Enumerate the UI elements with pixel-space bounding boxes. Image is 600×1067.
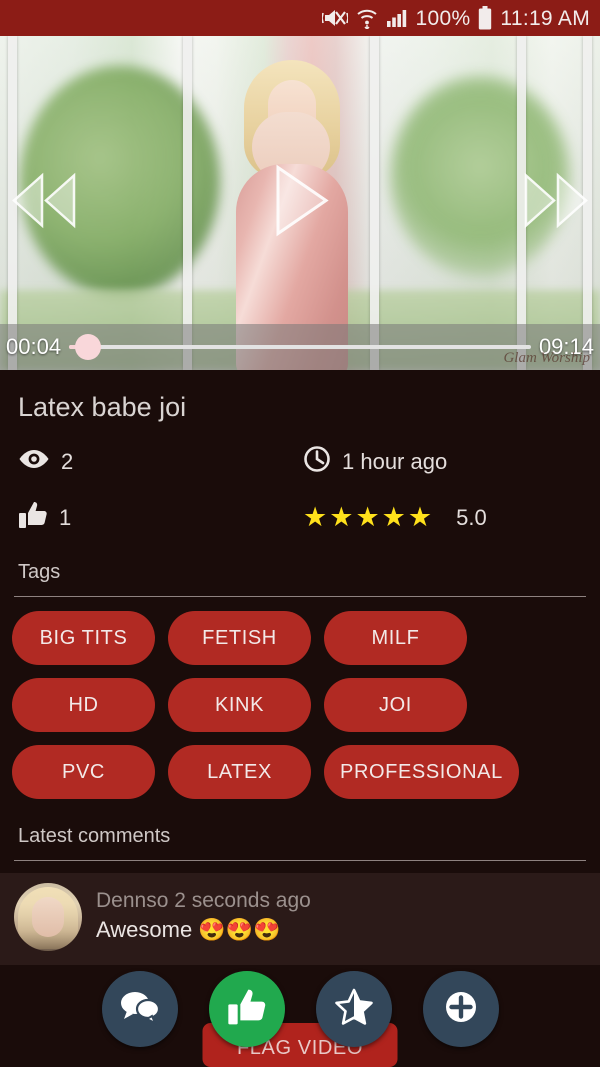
status-bar: 100% 11:19 AM: [0, 0, 600, 36]
eye-icon: [18, 448, 50, 475]
tag-chip[interactable]: PROFESSIONAL: [324, 745, 519, 799]
comment-author-time: Dennso 2 seconds ago: [96, 889, 311, 912]
views-count: 2: [61, 448, 74, 474]
views-stat: 2: [18, 445, 297, 478]
comments-fab[interactable]: [101, 971, 178, 1047]
progress-track[interactable]: [69, 334, 531, 360]
chat-bubbles-icon: [119, 988, 161, 1031]
play-button[interactable]: [268, 162, 332, 245]
rating-value: 5.0: [456, 504, 487, 530]
rewind-button[interactable]: [8, 170, 80, 237]
rating-stat: ★ ★ ★ ★ ★ 5.0: [297, 500, 582, 535]
avatar-face: [32, 897, 64, 937]
tag-chip[interactable]: MILF: [324, 611, 467, 665]
floating-action-bar: [0, 971, 600, 1047]
likes-stat: 1: [18, 500, 297, 535]
mute-vibrate-icon: [321, 7, 348, 29]
likes-count: 1: [59, 504, 72, 530]
favorite-fab[interactable]: [315, 971, 392, 1047]
video-meta-row-1: 2 1 hour ago: [0, 423, 600, 478]
tag-chip[interactable]: KINK: [168, 678, 311, 732]
tag-chip[interactable]: LATEX: [168, 745, 311, 799]
comments-divider: [14, 860, 586, 861]
video-player[interactable]: 00:04 09:14 Glam Worship: [0, 36, 600, 370]
tags-section-label: Tags: [18, 561, 61, 583]
rating-stars: ★ ★ ★ ★ ★: [303, 504, 432, 531]
battery-icon: [478, 6, 492, 30]
current-time-label: 00:04: [6, 334, 62, 359]
star-icon: ★: [303, 502, 328, 532]
window-frame-2: [183, 36, 192, 370]
comment-text: Awesome 😍😍😍: [96, 917, 281, 942]
like-fab[interactable]: [208, 971, 285, 1047]
comments-section-label: Latest comments: [18, 825, 171, 847]
video-meta-row-2: 1 ★ ★ ★ ★ ★ 5.0: [0, 478, 600, 535]
fast-forward-button[interactable]: [520, 170, 592, 237]
clock-icon: [303, 445, 331, 478]
thumbs-up-icon: [227, 987, 267, 1032]
video-watermark: Glam Worship: [503, 350, 590, 366]
wifi-icon: [356, 7, 378, 29]
progress-thumb[interactable]: [74, 334, 101, 360]
plus-circle-icon: [442, 988, 480, 1031]
window-frame-3: [370, 36, 379, 370]
signal-icon: [386, 8, 408, 28]
upload-time-label: 1 hour ago: [342, 448, 448, 474]
star-icon: ★: [381, 502, 406, 532]
tag-chip[interactable]: JOI: [324, 678, 467, 732]
clock-label: 11:19 AM: [500, 6, 590, 30]
battery-percent-label: 100%: [415, 6, 471, 30]
avatar: [14, 883, 82, 951]
tag-chip[interactable]: FETISH: [168, 611, 311, 665]
comment-body: Dennso 2 seconds ago Awesome 😍😍😍: [96, 883, 311, 943]
star-icon: ★: [407, 502, 433, 532]
page-title: Latex babe joi: [18, 392, 187, 422]
add-fab[interactable]: [422, 971, 499, 1047]
comment-item[interactable]: Dennso 2 seconds ago Awesome 😍😍😍: [0, 873, 600, 965]
upload-time-stat: 1 hour ago: [297, 445, 582, 478]
tag-chip[interactable]: HD: [12, 678, 155, 732]
half-star-icon: [334, 987, 374, 1032]
tag-chip[interactable]: BIG TITS: [12, 611, 155, 665]
thumbs-up-icon: [18, 500, 48, 535]
tags-list: BIG TITS FETISH MILF HD KINK JOI PVC LAT…: [0, 597, 600, 799]
tag-chip[interactable]: PVC: [12, 745, 155, 799]
status-bar-icons: 100% 11:19 AM: [321, 6, 591, 30]
star-icon: ★: [329, 502, 354, 532]
star-icon: ★: [355, 502, 380, 532]
